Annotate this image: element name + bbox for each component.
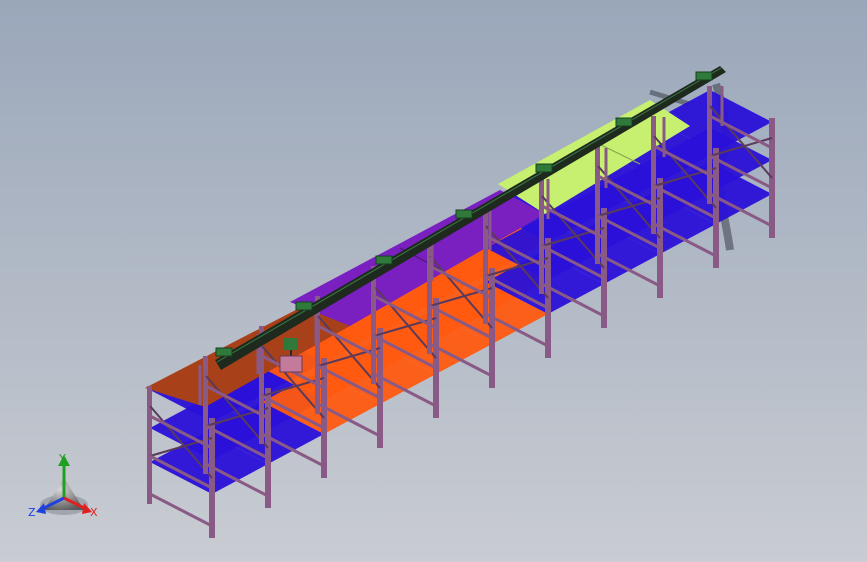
assembly-render[interactable]: Y X Z xyxy=(0,0,867,562)
rail-carriage xyxy=(455,209,473,219)
cad-viewport[interactable]: Y X Z xyxy=(0,0,867,562)
triad-label-z: Z xyxy=(28,506,36,519)
hoist-motor xyxy=(284,338,298,350)
rail-carriage xyxy=(215,347,233,357)
upright-post xyxy=(651,116,656,234)
upright-post xyxy=(539,176,544,294)
rail-carriage xyxy=(695,71,713,81)
triad-label-x: X xyxy=(90,506,98,519)
rail-carriage xyxy=(375,255,393,265)
upright-post xyxy=(203,356,208,474)
rail-carriage xyxy=(295,301,313,311)
rail-carriage xyxy=(615,117,633,127)
hoist-box xyxy=(279,355,303,373)
triad-label-y: Y xyxy=(58,452,66,465)
upright-post xyxy=(147,386,152,504)
rail-carriage xyxy=(535,163,553,173)
upright-post xyxy=(483,206,488,324)
upright-post xyxy=(707,86,712,204)
upright-post xyxy=(595,146,600,264)
